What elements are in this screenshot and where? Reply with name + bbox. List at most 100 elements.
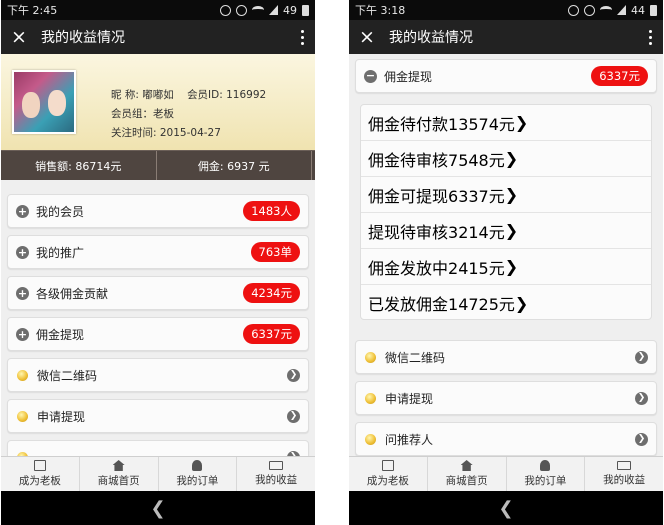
alarm-icon <box>236 4 247 16</box>
chevron-right-icon: ❯ <box>514 293 529 313</box>
commission-distributing[interactable]: 佣金发放中 2415元 ❯ <box>361 249 651 285</box>
menu-item-commission-contribution[interactable]: + 各级佣金贡献 4234元 <box>7 276 309 310</box>
tab-label: 成为老板 <box>366 475 409 487</box>
back-icon[interactable]: ❮ <box>150 498 165 519</box>
chevron-right-icon: ❯ <box>635 350 648 364</box>
system-nav-bar: ❮ <box>349 491 663 525</box>
tab-my-earnings[interactable]: 我的收益 <box>584 457 663 491</box>
signal-icon <box>269 5 278 15</box>
amount-badge: 4234元 <box>243 283 300 303</box>
more-menu-icon[interactable] <box>289 29 315 45</box>
user-icon <box>540 460 551 471</box>
tab-label: 我的订单 <box>176 475 219 487</box>
minus-icon: − <box>364 68 377 83</box>
more-menu-icon[interactable] <box>637 29 663 45</box>
detail-value: 3214元 <box>448 222 505 242</box>
menu-item-my-members[interactable]: + 我的会员 1483人 <box>7 194 309 228</box>
menu-item-my-promotion[interactable]: + 我的推广 763单 <box>7 235 309 269</box>
detail-value: 7548元 <box>448 150 505 170</box>
plus-icon: + <box>16 327 29 341</box>
battery-icon <box>302 4 309 16</box>
money-icon <box>269 461 284 470</box>
commission-withdrawable[interactable]: 佣金可提现 6337元 ❯ <box>361 177 651 213</box>
commission-distributed[interactable]: 已发放佣金 14725元 ❯ <box>361 285 651 321</box>
menu-item-commission-withdraw[interactable]: + 佣金提现 6337元 <box>7 317 309 351</box>
phone-screen-right: 下午 3:18 44 × 我的收益情况 − 佣金提现 6337元 佣金待付款 1… <box>349 0 663 525</box>
tab-become-boss[interactable]: 成为老板 <box>1 457 79 491</box>
commission-pending-payment[interactable]: 佣金待付款 13574元 ❯ <box>361 105 651 141</box>
profile-nickname: 昵 称: 嘟嘟如 <box>111 89 174 101</box>
sales-total: 销售额: 86714元 <box>35 159 122 173</box>
profile-group: 会员组：老板 <box>111 108 174 120</box>
page-title: 我的收益情况 <box>41 30 125 46</box>
share-icon <box>33 460 46 471</box>
withdraw-pending-review[interactable]: 提现待审核 3214元 ❯ <box>361 213 651 249</box>
detail-label: 提现待审核 <box>368 222 449 242</box>
tab-become-boss[interactable]: 成为老板 <box>349 457 427 491</box>
back-icon[interactable]: ❮ <box>498 498 513 519</box>
menu-item-label: 我的推广 <box>36 245 85 260</box>
user-icon <box>192 460 203 471</box>
tab-mall-home[interactable]: 商城首页 <box>78 457 158 491</box>
status-time: 下午 3:18 <box>355 4 406 17</box>
detail-label: 佣金待付款 <box>368 114 449 134</box>
profile-member-id: 会员ID: 116992 <box>187 89 267 101</box>
tab-label: 成为老板 <box>18 475 61 487</box>
menu-item-label: 微信二维码 <box>37 368 98 383</box>
tab-label: 我的订单 <box>524 475 567 487</box>
vibrate-icon <box>220 4 231 16</box>
commission-detail-group: 佣金待付款 13574元 ❯ 佣金待审核 7548元 ❯ 佣金可提现 6337元… <box>360 104 652 320</box>
menu-item-label: 各级佣金贡献 <box>36 286 109 301</box>
tab-label: 我的收益 <box>603 474 646 486</box>
menu-item-apply-withdraw[interactable]: 申请提现 ❯ <box>7 399 309 433</box>
amount-badge: 6337元 <box>243 324 300 344</box>
bottom-nav: 成为老板 商城首页 我的订单 我的收益 <box>349 456 663 491</box>
menu-item-apply-withdraw[interactable]: 申请提现 ❯ <box>355 381 657 415</box>
tab-my-earnings[interactable]: 我的收益 <box>236 457 315 491</box>
signal-icon <box>617 5 626 15</box>
menu-item-wechat-qrcode[interactable]: 微信二维码 ❯ <box>355 340 657 374</box>
count-badge: 1483人 <box>243 201 300 221</box>
coin-icon <box>365 392 376 404</box>
home-icon <box>112 460 125 471</box>
tab-mall-home[interactable]: 商城首页 <box>426 457 506 491</box>
title-bar: × 我的收益情况 <box>349 20 663 54</box>
detail-label: 佣金待审核 <box>368 150 449 170</box>
detail-label: 已发放佣金 <box>368 295 449 314</box>
status-time: 下午 2:45 <box>7 4 58 17</box>
chevron-right-icon: ❯ <box>504 257 519 276</box>
chevron-right-icon: ❯ <box>635 391 648 405</box>
commission-pending-review[interactable]: 佣金待审核 7548元 ❯ <box>361 141 651 177</box>
menu-item-wechat-qrcode[interactable]: 微信二维码 ❯ <box>7 358 309 392</box>
plus-icon: + <box>16 286 29 300</box>
close-icon[interactable]: × <box>1 26 37 48</box>
status-bar: 下午 3:18 44 <box>349 0 663 20</box>
profile-card: 昵 称: 嘟嘟如 会员ID: 116992 会员组：老板 关注时间: 2015-… <box>1 54 315 150</box>
detail-label: 佣金可提现 <box>368 186 449 206</box>
coin-icon <box>365 433 376 445</box>
menu-item-label: 申请提现 <box>37 409 86 424</box>
detail-value: 14725元 <box>448 295 515 314</box>
chevron-right-icon: ❯ <box>504 149 519 168</box>
home-icon <box>460 460 473 471</box>
alarm-icon <box>584 4 595 16</box>
detail-value: 13574元 <box>448 114 515 134</box>
detail-label: 佣金发放中 <box>368 258 449 278</box>
vibrate-icon <box>568 4 579 16</box>
tab-label: 商城首页 <box>97 475 140 487</box>
page-title: 我的收益情况 <box>389 30 473 46</box>
menu-item-referrer[interactable]: 问推荐人 ❯ <box>355 422 657 456</box>
coin-icon <box>365 351 376 363</box>
menu-item-commission-withdraw-expanded[interactable]: − 佣金提现 6337元 <box>355 59 657 93</box>
detail-value: 2415元 <box>448 258 505 278</box>
tab-my-orders[interactable]: 我的订单 <box>157 457 237 491</box>
detail-value: 6337元 <box>448 186 505 206</box>
coin-icon <box>17 410 28 422</box>
count-badge: 763单 <box>250 242 300 262</box>
close-icon[interactable]: × <box>349 26 385 48</box>
tab-my-orders[interactable]: 我的订单 <box>505 457 585 491</box>
battery-icon <box>650 4 657 16</box>
chevron-right-icon: ❯ <box>514 113 529 132</box>
menu-item-label: 微信二维码 <box>385 350 446 365</box>
tab-label: 商城首页 <box>445 475 488 487</box>
